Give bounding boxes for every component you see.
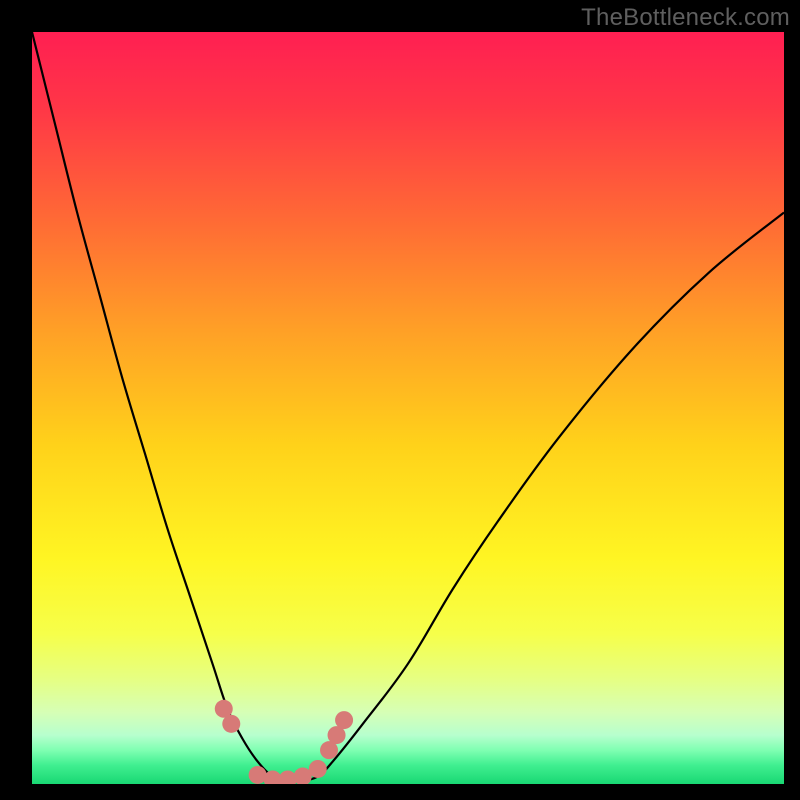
curve-marker: [309, 760, 327, 778]
curve-marker: [335, 711, 353, 729]
watermark-text: TheBottleneck.com: [581, 4, 790, 32]
chart-frame: TheBottleneck.com: [0, 0, 800, 800]
plot-area: [32, 32, 784, 784]
gradient-background: [32, 32, 784, 784]
bottleneck-chart: [32, 32, 784, 784]
curve-marker: [222, 715, 240, 733]
